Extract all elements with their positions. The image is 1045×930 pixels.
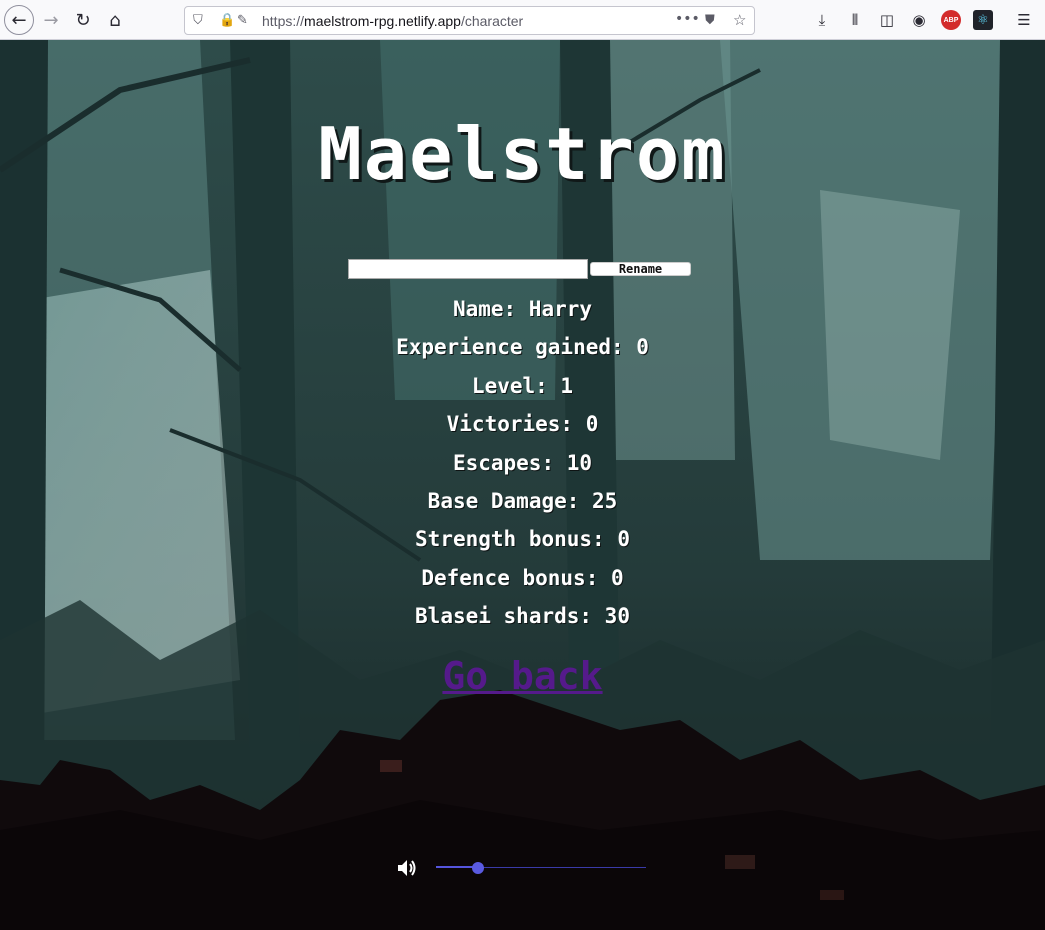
account-icon[interactable]: ◉ (909, 10, 929, 30)
stat-name: Name: Harry (452, 297, 593, 321)
permissions-icon[interactable]: ✎ (237, 13, 248, 28)
library-icon[interactable]: ⫴ (845, 10, 865, 30)
sidebar-icon[interactable]: ◫ (877, 10, 897, 30)
stat-escapes: Escapes: 10 (452, 451, 593, 475)
volume-icon[interactable] (396, 857, 418, 879)
stat-blasei-shards: Blasei shards: 30 (415, 604, 630, 628)
downloads-icon[interactable]: ⤓ (812, 10, 832, 30)
stat-base-damage: Base Damage: 25 (427, 489, 618, 513)
forward-arrow-icon[interactable]: → (36, 5, 66, 35)
rename-button[interactable]: Rename (590, 262, 691, 276)
lock-warning-icon[interactable]: 🔒 (219, 13, 235, 28)
page-title: Maelstrom (318, 112, 727, 196)
browser-toolbar: ← → ↻ ⌂ ⛉ 🔒 ✎ https://maelstrom-rpg.netl… (0, 0, 1045, 40)
page-viewport: Maelstrom Rename Name: Harry Experience … (0, 40, 1045, 930)
stat-experience: Experience gained: 0 (396, 335, 649, 359)
back-arrow-icon[interactable]: ← (4, 5, 34, 35)
more-actions-icon[interactable]: ••• (675, 11, 700, 27)
go-back-link[interactable]: Go back (0, 654, 1045, 698)
character-panel: Maelstrom Rename Name: Harry Experience … (0, 40, 1045, 930)
reload-icon[interactable]: ↻ (68, 5, 98, 35)
stat-level: Level: 1 (471, 374, 574, 398)
stat-defence-bonus: Defence bonus: 0 (421, 566, 624, 590)
address-bar[interactable]: ⛉ 🔒 ✎ https://maelstrom-rpg.netlify.app/… (184, 6, 755, 35)
home-icon[interactable]: ⌂ (100, 5, 130, 35)
react-devtools-icon[interactable]: ⚛ (973, 10, 993, 30)
volume-slider-thumb[interactable] (472, 862, 484, 874)
adblock-icon[interactable]: ABP (941, 10, 961, 30)
menu-icon[interactable]: ☰ (1014, 10, 1034, 30)
bookmark-star-icon[interactable]: ☆ (733, 11, 746, 29)
pocket-icon[interactable]: ⛊ (705, 13, 715, 28)
rename-input[interactable] (348, 259, 588, 279)
stat-strength-bonus: Strength bonus: 0 (415, 527, 630, 551)
url-text[interactable]: https://maelstrom-rpg.netlify.app/charac… (262, 13, 523, 29)
volume-slider[interactable] (436, 862, 646, 874)
shield-icon[interactable]: ⛉ (193, 13, 203, 28)
stat-victories: Victories: 0 (446, 412, 599, 436)
